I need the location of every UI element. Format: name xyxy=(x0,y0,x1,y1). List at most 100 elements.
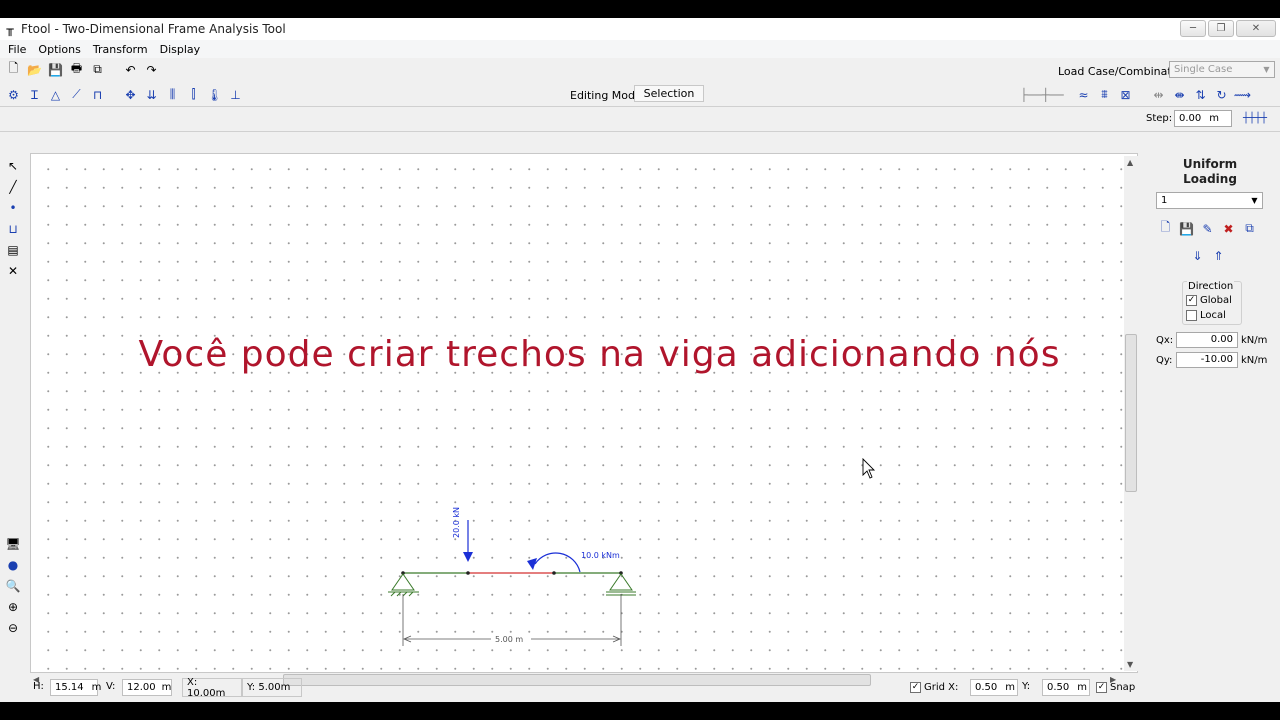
v-field[interactable]: 12.00 m xyxy=(122,679,172,696)
globe-icon[interactable]: ● xyxy=(3,555,23,575)
save-icon[interactable]: 💾 xyxy=(46,60,65,79)
apply-load-icon[interactable]: ⇓ xyxy=(1188,246,1207,265)
duplicate-load-icon[interactable]: ⧉ xyxy=(1240,219,1259,238)
hatch-tool-icon[interactable]: ▤ xyxy=(3,240,23,260)
section-icon[interactable]: Ɪ xyxy=(25,85,44,104)
load-select[interactable]: 1 ▼ xyxy=(1156,192,1263,209)
load-case-select[interactable]: Single Case ▼ xyxy=(1169,61,1275,78)
node[interactable] xyxy=(466,571,470,575)
h-field[interactable]: 15.14 m xyxy=(50,679,101,696)
menu-display[interactable]: Display xyxy=(154,43,207,56)
view-tools: 🖥 ● 🔍 ⊕ ⊖ xyxy=(3,534,25,638)
scale-slider[interactable]: ├──┼── xyxy=(1012,85,1072,104)
model-toolbar: ⚙ Ɪ △ ⟋ ⊓ ✥ ⇊ ⫼ ⫿ 🌡 ⊥ xyxy=(4,85,245,104)
chevron-down-icon: ▼ xyxy=(1251,196,1258,205)
new-file-icon[interactable]: 🗋 xyxy=(4,60,23,79)
grid-check-box[interactable]: ✓ xyxy=(910,682,921,693)
roller-support-right[interactable] xyxy=(606,573,636,596)
qx-input[interactable]: 0.00 xyxy=(1176,332,1238,348)
grid-x-field[interactable]: 0.50 m xyxy=(970,679,1018,696)
step-value: 0.00 xyxy=(1179,113,1202,124)
zoom-in-icon[interactable]: ⊕ xyxy=(3,597,23,617)
undo-icon[interactable]: ↶ xyxy=(121,60,140,79)
hinge-icon[interactable]: ⟋ xyxy=(67,85,86,104)
bending-icon[interactable]: ⇅ xyxy=(1191,85,1210,104)
y-coordinate: Y: 5.00m xyxy=(242,678,302,697)
line-tool-icon[interactable]: ╱ xyxy=(3,177,23,197)
grid-y-field[interactable]: 0.50 m xyxy=(1042,679,1090,696)
editing-mode-field[interactable]: Selection xyxy=(634,85,704,102)
open-folder-icon[interactable]: 📂 xyxy=(25,60,44,79)
snap-checkbox[interactable]: ✓ Snap xyxy=(1096,682,1135,693)
shear-icon[interactable]: ⇼ xyxy=(1170,85,1189,104)
rename-load-icon[interactable]: ✎ xyxy=(1198,219,1217,238)
menu-transform[interactable]: Transform xyxy=(87,43,154,56)
menu-file[interactable]: File xyxy=(2,43,32,56)
moment-label: 10.0 kNm xyxy=(581,551,620,560)
copy-icon[interactable]: ⧉ xyxy=(88,60,107,79)
snap-check-box[interactable]: ✓ xyxy=(1096,682,1107,693)
linear-load-icon[interactable]: ⫿ xyxy=(184,85,203,104)
drawing-canvas[interactable]: Você pode criar trechos na viga adiciona… xyxy=(30,153,1138,673)
panel-title: Uniform Loading xyxy=(1142,157,1278,187)
result-toolbar: ├──┼── ≈ ⩩ ⊠ ⇹ ⇼ ⇅ ↻ ⟿ xyxy=(1012,85,1252,104)
uniform-load-icon[interactable]: ⫼ xyxy=(163,85,182,104)
snap-label: Snap xyxy=(1110,682,1136,693)
minimize-button[interactable]: ─ xyxy=(1180,20,1206,37)
vertical-scrollbar[interactable]: ▲ ▼ xyxy=(1124,156,1138,671)
displacement-icon[interactable]: ⊥ xyxy=(226,85,245,104)
influence-line-icon[interactable]: ⟿ xyxy=(1233,85,1252,104)
global-checkbox[interactable]: ✓ Global xyxy=(1186,295,1232,306)
monitor-icon[interactable]: 🖥 xyxy=(3,534,23,554)
point-load[interactable] xyxy=(463,520,473,562)
node-tool-icon[interactable]: • xyxy=(3,198,23,218)
axial-icon[interactable]: ⇹ xyxy=(1149,85,1168,104)
file-toolbar: 🗋 📂 💾 🖶 ⧉ ↶ ↷ xyxy=(4,60,161,79)
global-check-box[interactable]: ✓ xyxy=(1186,295,1197,306)
member-load-icon[interactable]: ⇊ xyxy=(142,85,161,104)
scroll-down-icon[interactable]: ▼ xyxy=(1127,660,1133,669)
vertical-scroll-thumb[interactable] xyxy=(1125,334,1137,492)
node[interactable] xyxy=(552,571,556,575)
mouse-cursor-icon xyxy=(862,457,876,479)
qy-input[interactable]: -10.00 xyxy=(1176,352,1238,368)
analysis-icon[interactable]: ⚙ xyxy=(4,85,23,104)
step-input[interactable]: 0.00 m xyxy=(1174,110,1232,127)
dimension-tool-icon[interactable]: ⊔ xyxy=(3,219,23,239)
scroll-up-icon[interactable]: ▲ xyxy=(1127,158,1133,167)
span-label: 5.00 m xyxy=(495,635,523,644)
point-load-label: 20.0 kN xyxy=(452,507,461,538)
ftool-app-icon: ╥ xyxy=(6,22,14,36)
print-icon[interactable]: 🖶 xyxy=(67,60,86,79)
local-checkbox[interactable]: Local xyxy=(1186,310,1226,321)
step-unit: m xyxy=(1209,113,1220,124)
delete-tool-icon[interactable]: ✕ xyxy=(3,261,23,281)
delete-load-icon[interactable]: ✖ xyxy=(1219,219,1238,238)
applied-moment[interactable] xyxy=(527,552,581,573)
select-arrow-icon[interactable]: ↖ xyxy=(3,156,23,176)
menu-options[interactable]: Options xyxy=(32,43,86,56)
moment-diagram-icon[interactable]: ⩩ xyxy=(1095,85,1114,104)
deformed-shape-icon[interactable]: ≈ xyxy=(1074,85,1093,104)
temperature-icon[interactable]: 🌡 xyxy=(205,85,224,104)
nodal-load-icon[interactable]: ✥ xyxy=(121,85,140,104)
grid-label: Grid X: xyxy=(924,682,959,693)
rotation-icon[interactable]: ↻ xyxy=(1212,85,1231,104)
close-button[interactable]: ✕ xyxy=(1236,20,1276,37)
step-ruler-icon[interactable]: ┼┼┼┼ xyxy=(1234,109,1276,128)
remove-load-icon[interactable]: ⇑ xyxy=(1209,246,1228,265)
grid-y-unit: m xyxy=(1077,682,1088,693)
redo-icon[interactable]: ↷ xyxy=(142,60,161,79)
zoom-out-icon[interactable]: ⊖ xyxy=(3,618,23,638)
qx-unit: kN/m xyxy=(1241,335,1268,346)
frame-icon[interactable]: ⊓ xyxy=(88,85,107,104)
zoom-icon[interactable]: 🔍 xyxy=(3,576,23,596)
envelope-icon[interactable]: ⊠ xyxy=(1116,85,1135,104)
support-icon[interactable]: △ xyxy=(46,85,65,104)
pinned-support-left[interactable] xyxy=(388,573,419,597)
local-check-box[interactable] xyxy=(1186,310,1197,321)
maximize-button[interactable]: ❐ xyxy=(1208,20,1234,37)
grid-checkbox[interactable]: ✓ Grid X: xyxy=(910,682,958,693)
new-load-icon[interactable]: 🗋 xyxy=(1156,219,1175,238)
save-load-icon[interactable]: 💾 xyxy=(1177,219,1196,238)
